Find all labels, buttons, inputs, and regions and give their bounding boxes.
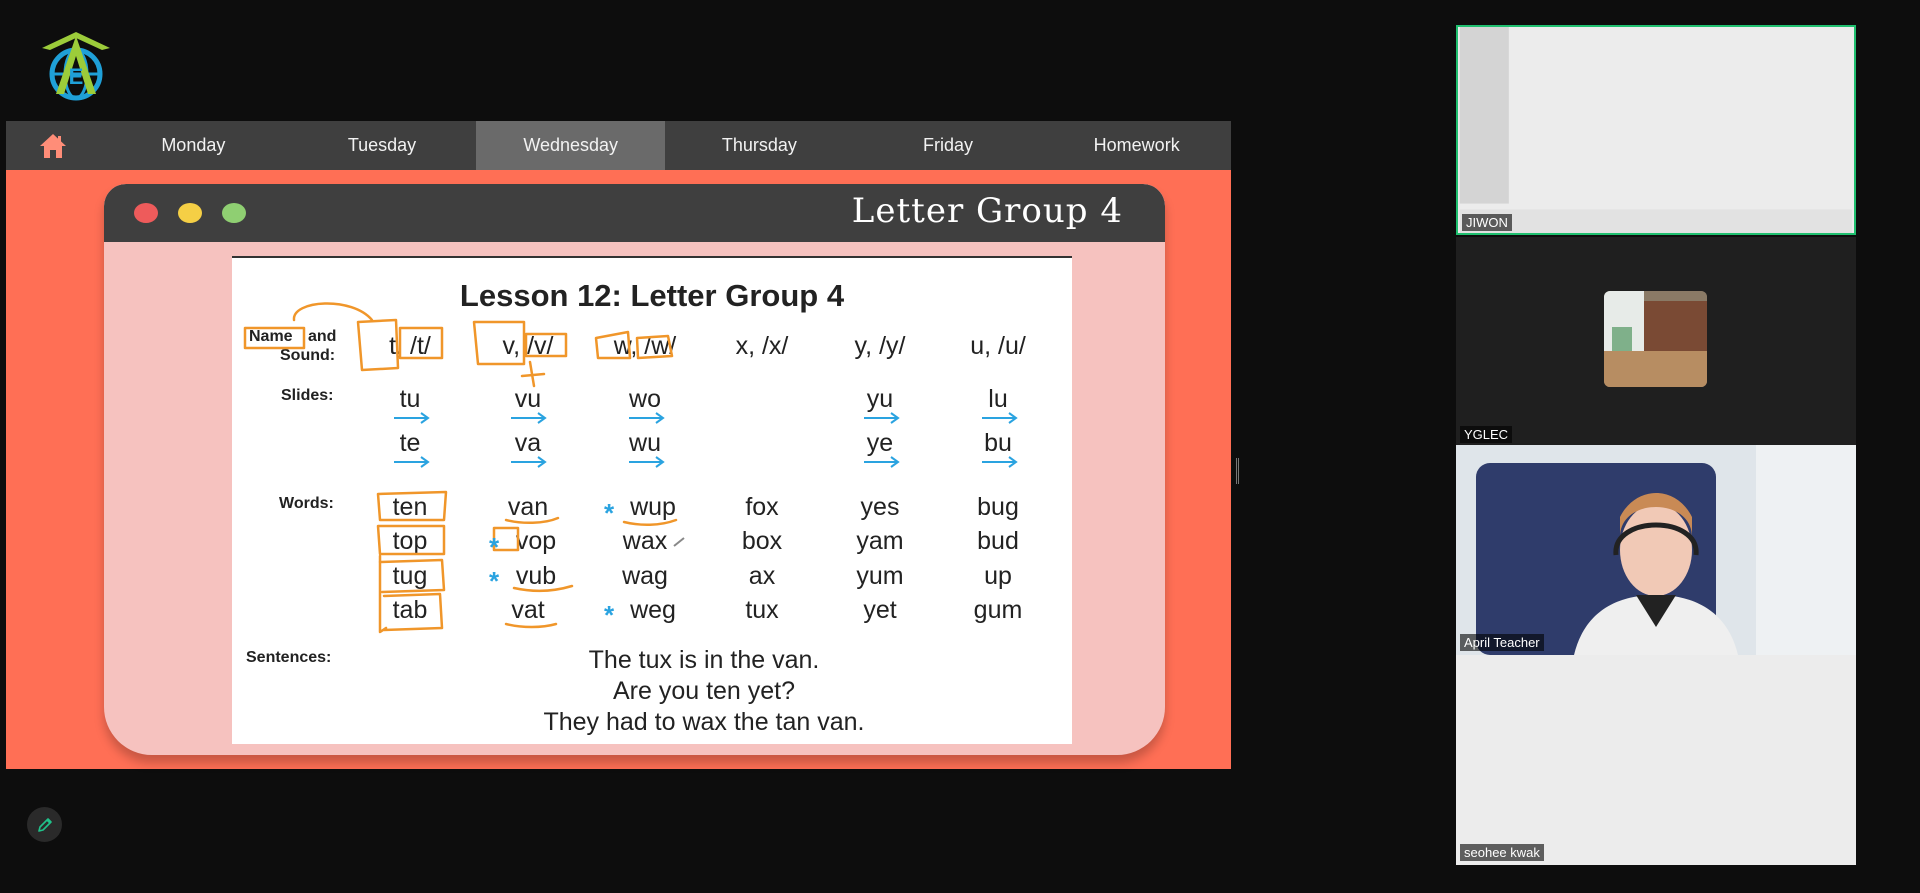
participant-tile-seohee-kwak[interactable]: seohee kwak xyxy=(1456,655,1856,865)
word: yes xyxy=(860,493,900,521)
word: wag xyxy=(622,562,668,590)
word: wax xyxy=(622,527,668,555)
word: van xyxy=(507,493,549,521)
sound-cell: v, /v/ xyxy=(502,332,554,360)
word: ax xyxy=(748,562,776,590)
word: bug xyxy=(977,493,1019,521)
word: yet xyxy=(863,596,897,624)
day-navigation: Monday Tuesday Wednesday Thursday Friday… xyxy=(6,121,1231,170)
home-icon xyxy=(39,133,66,158)
slide-window: Letter Group 4 Lesson 12: Letter Group 4… xyxy=(104,184,1165,755)
sound-cell: w, /w/ xyxy=(613,332,677,360)
app-logo: E xyxy=(36,30,116,106)
slide-syllable: wu xyxy=(629,429,661,457)
globe-logo-icon: E xyxy=(42,32,110,101)
word: tug xyxy=(392,562,428,590)
word: vat xyxy=(511,596,545,624)
sentence: The tux is in the van. xyxy=(588,646,820,674)
sentence: They had to wax the tan van. xyxy=(543,708,865,736)
word: yum xyxy=(856,562,904,590)
participant-tile-april-teacher[interactable]: April Teacher xyxy=(1456,445,1856,655)
slide-syllable: va xyxy=(514,429,542,457)
slide-title: Letter Group 4 xyxy=(851,191,1123,231)
slide-syllable: lu xyxy=(988,385,1008,413)
word: bud xyxy=(977,527,1019,555)
word: wup xyxy=(630,493,676,521)
word: box xyxy=(741,527,783,555)
word: vub xyxy=(515,562,557,590)
slide-syllable: te xyxy=(399,429,421,457)
window-dot-green xyxy=(222,203,246,223)
svg-text:E: E xyxy=(69,64,84,89)
name-label: Name xyxy=(249,328,293,345)
word: weg xyxy=(630,596,676,624)
edit-button[interactable] xyxy=(27,807,62,842)
words-label: Words: xyxy=(279,495,334,512)
word: fox xyxy=(745,493,779,521)
word: yam xyxy=(856,527,904,555)
participant-name: seohee kwak xyxy=(1460,844,1544,861)
participant-tile-jiwon[interactable]: JIWON xyxy=(1456,25,1856,235)
slide-syllable: yu xyxy=(866,385,894,413)
word: ten xyxy=(392,493,428,521)
slides-label: Slides: xyxy=(281,387,334,404)
tab-thursday[interactable]: Thursday xyxy=(665,121,854,170)
lesson-worksheet: Lesson 12: Letter Group 4 Name and Sound… xyxy=(232,256,1072,744)
slide-syllable: bu xyxy=(984,429,1012,457)
and-label: and xyxy=(308,328,337,345)
sound-cell: t, /t/ xyxy=(389,332,431,360)
word: tab xyxy=(392,596,428,624)
sound-cell: x, /x/ xyxy=(735,332,789,360)
slide-stage: Letter Group 4 Lesson 12: Letter Group 4… xyxy=(6,170,1231,769)
pencil-icon xyxy=(37,817,52,832)
tab-monday[interactable]: Monday xyxy=(99,121,288,170)
tab-wednesday[interactable]: Wednesday xyxy=(476,121,666,170)
video-feed xyxy=(1456,445,1856,655)
participant-tile-yglec[interactable]: YGLEC xyxy=(1456,237,1856,447)
sound-cell: y, /y/ xyxy=(854,332,906,360)
tab-homework[interactable]: Homework xyxy=(1042,121,1231,170)
sentences-label: Sentences: xyxy=(246,649,332,666)
window-dot-yellow xyxy=(178,203,202,223)
slide-titlebar: Letter Group 4 xyxy=(104,184,1165,242)
slide-syllable: vu xyxy=(514,385,542,413)
avatar-image xyxy=(1604,291,1707,387)
word: gum xyxy=(973,596,1023,624)
slide-syllable: ye xyxy=(866,429,894,457)
sentence: Are you ten yet? xyxy=(612,677,796,705)
word: top xyxy=(392,527,428,555)
participant-avatar xyxy=(1604,291,1707,387)
tab-friday[interactable]: Friday xyxy=(854,121,1043,170)
worksheet-title: Lesson 12: Letter Group 4 xyxy=(459,278,845,313)
participant-name: YGLEC xyxy=(1460,426,1513,443)
tab-tuesday[interactable]: Tuesday xyxy=(288,121,477,170)
slide-syllable: tu xyxy=(399,385,421,413)
sound-cell: u, /u/ xyxy=(970,332,1026,360)
word: vop xyxy=(515,527,557,555)
panel-resize-handle[interactable] xyxy=(1236,458,1239,484)
slide-syllable: wo xyxy=(629,385,661,413)
window-dot-red xyxy=(134,203,158,223)
word: up xyxy=(984,562,1012,590)
home-button[interactable] xyxy=(6,121,99,170)
participant-name: JIWON xyxy=(1462,214,1512,231)
sound-label: Sound: xyxy=(280,347,336,364)
video-feed xyxy=(1459,27,1853,233)
word: tux xyxy=(745,596,779,624)
participant-name: April Teacher xyxy=(1460,634,1544,651)
